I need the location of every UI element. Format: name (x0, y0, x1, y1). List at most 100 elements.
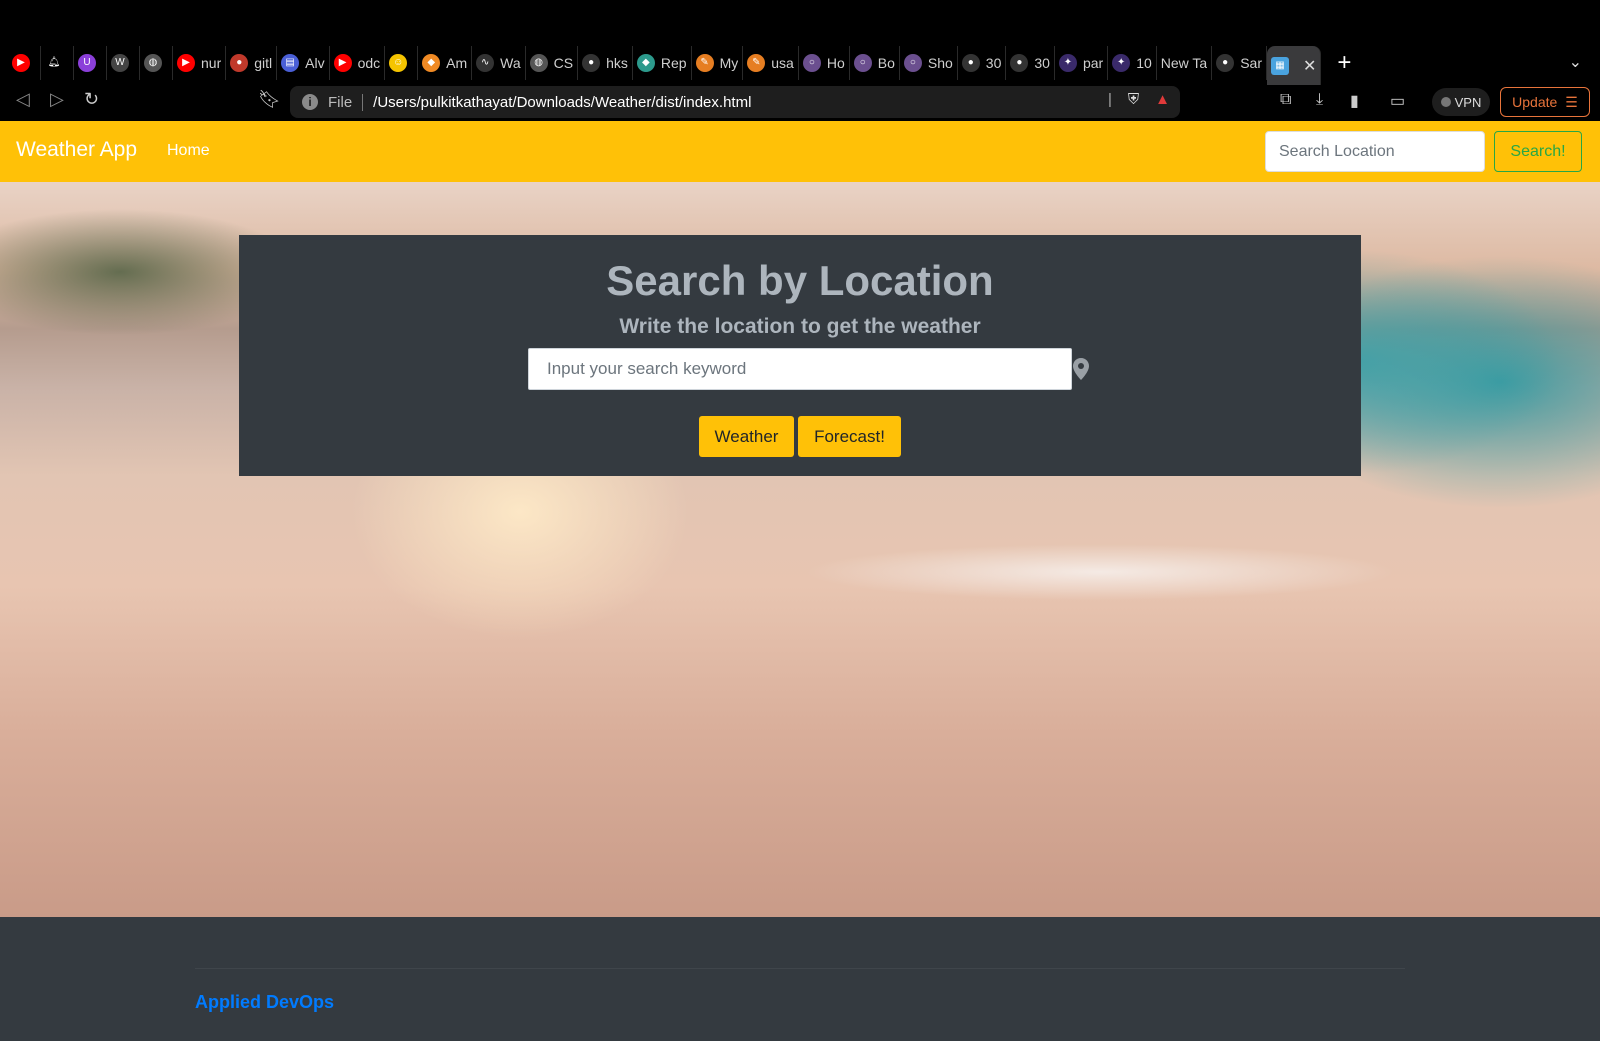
browser-tab-label: Sho (927, 54, 953, 71)
browser-tab[interactable]: ▶ odc (330, 45, 386, 80)
address-bar[interactable]: i File /Users/pulkitkathayat/Downloads/W… (290, 86, 1180, 118)
browser-tab-label: My (719, 54, 739, 71)
browser-tab-label: 30 (1034, 54, 1050, 71)
download-icon[interactable]: ⤓ (1316, 91, 1323, 109)
browser-tab[interactable]: ✎ usa (743, 45, 799, 80)
browser-tab-label: CS (553, 54, 574, 71)
web-page: Weather App Home Search! Search by Locat… (0, 121, 1600, 1041)
address-divider: | (1107, 91, 1112, 108)
ring-icon: ○ (903, 53, 922, 72)
footer: Applied DevOps (0, 917, 1600, 1041)
browser-tab[interactable]: ✦ 10 (1108, 45, 1157, 80)
browser-tab-label: gitl (254, 54, 273, 71)
browser-tab[interactable]: 🔔︎ (41, 45, 74, 80)
globe-icon: ◍ (144, 53, 162, 72)
wallet-icon[interactable]: ▭ (1390, 91, 1405, 111)
ring-icon: ○ (853, 53, 872, 72)
github-icon: ● (961, 53, 980, 72)
wordpress-icon: W (111, 53, 129, 72)
browser-tab[interactable]: ✦ par (1055, 45, 1109, 80)
navbar: Weather App Home Search! (0, 121, 1600, 182)
browser-tab[interactable]: ✎ My (692, 45, 744, 80)
extensions-icon[interactable]: ⧉ (1280, 91, 1291, 109)
browser-tab[interactable]: ▶ nur (173, 45, 227, 80)
tab-list-chevron-icon[interactable]: ⌄ (1569, 52, 1582, 72)
star-icon: ✦ (1058, 53, 1077, 72)
footer-link[interactable]: Applied DevOps (195, 992, 334, 1013)
browser-tab-label: 10 (1136, 54, 1152, 71)
forecast-button[interactable]: Forecast! (798, 416, 901, 457)
browser-tab[interactable]: ● 30 (1006, 45, 1055, 80)
pen-icon: ✎ (747, 53, 766, 72)
browser-tab[interactable]: ▤ Alv (277, 45, 330, 80)
browser-tab[interactable]: U (74, 45, 107, 80)
map-pin-icon[interactable] (1070, 357, 1092, 381)
close-tab-icon[interactable]: ✕ (1303, 56, 1316, 76)
nav-home-link[interactable]: Home (167, 142, 210, 160)
browser-tab-label: Rep (660, 54, 687, 71)
browser-tab[interactable]: ● 30 (958, 45, 1007, 80)
browser-tab[interactable]: ☺ (385, 45, 419, 80)
bell-icon: 🔔︎ (45, 53, 63, 72)
update-button[interactable]: Update ☰ (1500, 87, 1590, 117)
window-top-bar (0, 0, 1600, 40)
diamond-icon: ◆ (636, 53, 655, 72)
browser-tab-label: odc (357, 54, 381, 71)
browser-tab-label: Sar (1240, 54, 1262, 71)
brave-shield-icon[interactable]: ⛨ (1128, 91, 1139, 108)
browser-tab-active[interactable]: ▦ ✕ (1267, 45, 1322, 86)
new-tab-icon[interactable]: + (1337, 49, 1351, 77)
browser-tab-label: Ho (826, 54, 845, 71)
browser-tab[interactable]: W (107, 45, 140, 80)
browser-tab-label: nur (201, 54, 222, 71)
info-icon[interactable]: i (302, 94, 318, 110)
weather-button[interactable]: Weather (699, 416, 794, 457)
github-icon: ● (1216, 53, 1235, 72)
bookmark-icon[interactable]: 🔖︎ (258, 89, 281, 110)
update-label: Update (1512, 94, 1558, 110)
browser-tab[interactable]: ◍ CS (526, 45, 579, 80)
beach-hero-background: Search by Location Write the location to… (0, 182, 1600, 917)
youtube-icon: ▶ (177, 53, 195, 72)
browser-tab-label: 30 (985, 54, 1002, 71)
pen-icon: ✎ (695, 53, 714, 72)
browser-tab-label: Am (446, 54, 468, 71)
browser-tab[interactable]: ● gitl (226, 45, 278, 80)
browser-tab[interactable]: ● Sar (1212, 45, 1267, 80)
youtube-icon: ▶ (12, 53, 30, 72)
browser-tab[interactable]: ◍ (140, 45, 173, 80)
footer-divider (195, 968, 1405, 969)
reload-icon[interactable]: ↻ (84, 89, 99, 110)
browser-tab[interactable]: ○ Ho (799, 45, 850, 80)
brand-link[interactable]: Weather App (16, 138, 137, 162)
browser-toolbar: ◁ ▷ ↻ 🔖︎ i File /Users/pulkitkathayat/Do… (0, 85, 1600, 121)
back-icon[interactable]: ◁ (16, 89, 30, 110)
browser-tab[interactable]: ○ Bo (850, 45, 900, 80)
globe-icon: ◍ (529, 53, 548, 72)
star-icon: ✦ (1112, 53, 1131, 72)
browser-tab[interactable]: New Ta (1157, 45, 1213, 80)
menu-icon: ☰ (1565, 93, 1578, 110)
browser-tab[interactable]: ▶ (8, 45, 41, 80)
youtube-icon: ▶ (333, 53, 352, 72)
browser-tab[interactable]: ● hks (578, 45, 633, 80)
image-icon: ▦ (1271, 56, 1289, 75)
address-url: /Users/pulkitkathayat/Downloads/Weather/… (373, 93, 752, 111)
vpn-status-icon (1440, 97, 1451, 107)
nav-search-input[interactable] (1265, 131, 1485, 172)
page-title: Search by Location (606, 257, 994, 304)
browser-tab[interactable]: ◆ Rep (633, 45, 692, 80)
github-icon: ● (1010, 53, 1029, 72)
location-search-input[interactable] (528, 348, 1072, 390)
forward-icon[interactable]: ▷ (50, 89, 64, 110)
vpn-button[interactable]: VPN (1432, 88, 1490, 116)
brave-rewards-icon[interactable]: ▲ (1155, 91, 1170, 108)
browser-tab[interactable]: ∿ Wa (472, 45, 526, 80)
search-panel: Search by Location Write the location to… (239, 235, 1361, 476)
address-scheme: File (328, 93, 364, 111)
sidebar-icon[interactable]: ▮ (1350, 91, 1359, 111)
browser-tab-label: New Ta (1160, 54, 1208, 71)
browser-tab[interactable]: ◆ Am (418, 45, 473, 80)
browser-tab[interactable]: ○ Sho (900, 45, 958, 80)
nav-search-button[interactable]: Search! (1494, 131, 1582, 172)
